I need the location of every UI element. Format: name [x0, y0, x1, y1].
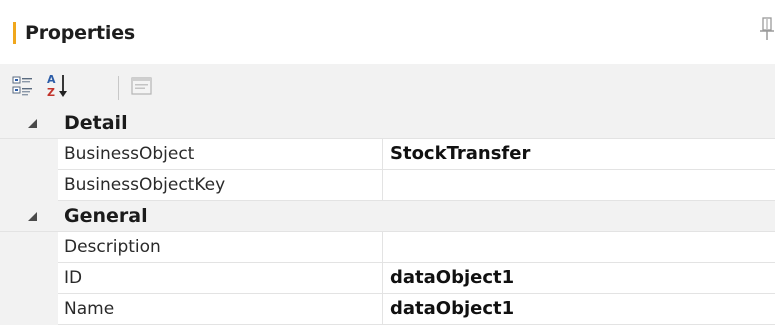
category-label: General	[64, 205, 148, 227]
property-row-businessobject[interactable]: BusinessObject StockTransfer	[0, 139, 775, 170]
title-accent-bar	[13, 22, 16, 44]
grid-margin	[0, 170, 58, 201]
property-value[interactable]	[383, 232, 775, 262]
svg-text:A: A	[47, 73, 56, 86]
property-value[interactable]: dataObject1	[383, 263, 775, 293]
category-row-general[interactable]: General	[0, 201, 775, 232]
property-name[interactable]: ID	[58, 263, 383, 293]
collapse-triangle-icon[interactable]	[27, 211, 39, 223]
property-pages-icon	[131, 77, 152, 95]
properties-panel: Properties A Z Detail BusinessObject Sto…	[0, 0, 775, 328]
property-row-businessobjectkey[interactable]: BusinessObjectKey	[0, 170, 775, 201]
category-label: Detail	[64, 112, 128, 134]
property-value[interactable]: dataObject1	[383, 294, 775, 324]
categorized-button[interactable]	[8, 71, 38, 101]
sort-az-icon: A Z	[47, 73, 67, 99]
collapse-triangle-icon[interactable]	[27, 118, 39, 130]
toolbar-separator	[118, 76, 119, 100]
property-name[interactable]: Name	[58, 294, 383, 324]
categorized-icon	[12, 76, 32, 96]
property-row-description[interactable]: Description	[0, 232, 775, 263]
properties-toolbar: A Z	[0, 64, 775, 108]
pin-icon[interactable]	[760, 16, 774, 46]
category-row-detail[interactable]: Detail	[0, 108, 775, 139]
grid-margin	[0, 139, 58, 170]
grid-margin	[0, 263, 58, 294]
property-name[interactable]: Description	[58, 232, 383, 262]
alphabetical-button[interactable]: A Z	[43, 71, 73, 101]
svg-text:Z: Z	[47, 86, 55, 99]
grid-margin	[0, 294, 58, 325]
property-name[interactable]: BusinessObjectKey	[58, 170, 383, 200]
panel-title-bar: Properties	[0, 0, 775, 64]
property-value[interactable]: StockTransfer	[383, 139, 775, 169]
panel-title: Properties	[25, 22, 135, 44]
grid-margin	[0, 232, 58, 263]
property-grid: Detail BusinessObject StockTransfer Busi…	[0, 108, 775, 325]
property-pages-button[interactable]	[127, 71, 157, 101]
property-row-id[interactable]: ID dataObject1	[0, 263, 775, 294]
property-name[interactable]: BusinessObject	[58, 139, 383, 169]
property-row-name[interactable]: Name dataObject1	[0, 294, 775, 325]
property-value[interactable]	[383, 170, 775, 200]
